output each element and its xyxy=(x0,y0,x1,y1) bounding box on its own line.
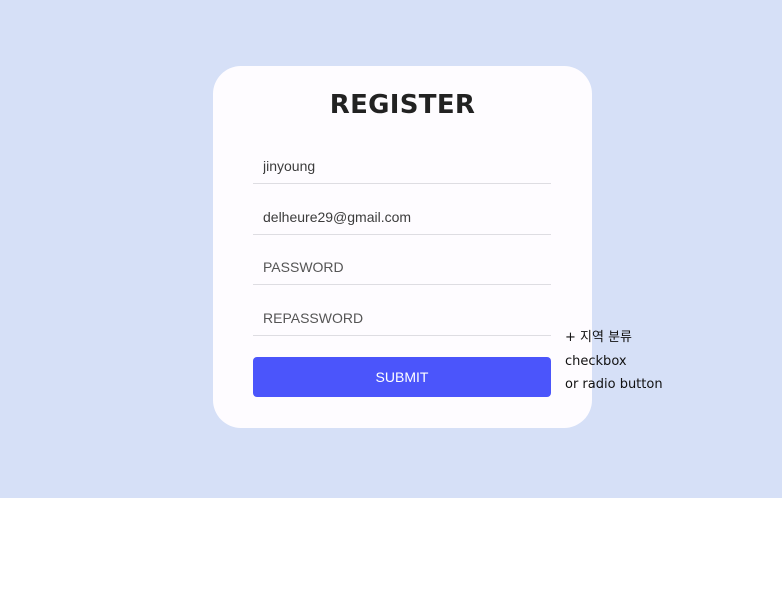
annotation-note: + 지역 분류 checkbox or radio button xyxy=(565,326,663,397)
register-title: REGISTER xyxy=(329,90,476,120)
repassword-field[interactable] xyxy=(253,300,551,336)
register-card: REGISTER SUBMIT xyxy=(213,66,592,428)
submit-button[interactable]: SUBMIT xyxy=(253,357,551,397)
annotation-line: or radio button xyxy=(565,377,663,392)
email-field[interactable] xyxy=(253,199,551,235)
annotation-line: + 지역 분류 xyxy=(565,330,632,345)
annotation-line: checkbox xyxy=(565,353,627,369)
username-field[interactable] xyxy=(253,148,551,184)
password-field[interactable] xyxy=(253,249,551,285)
